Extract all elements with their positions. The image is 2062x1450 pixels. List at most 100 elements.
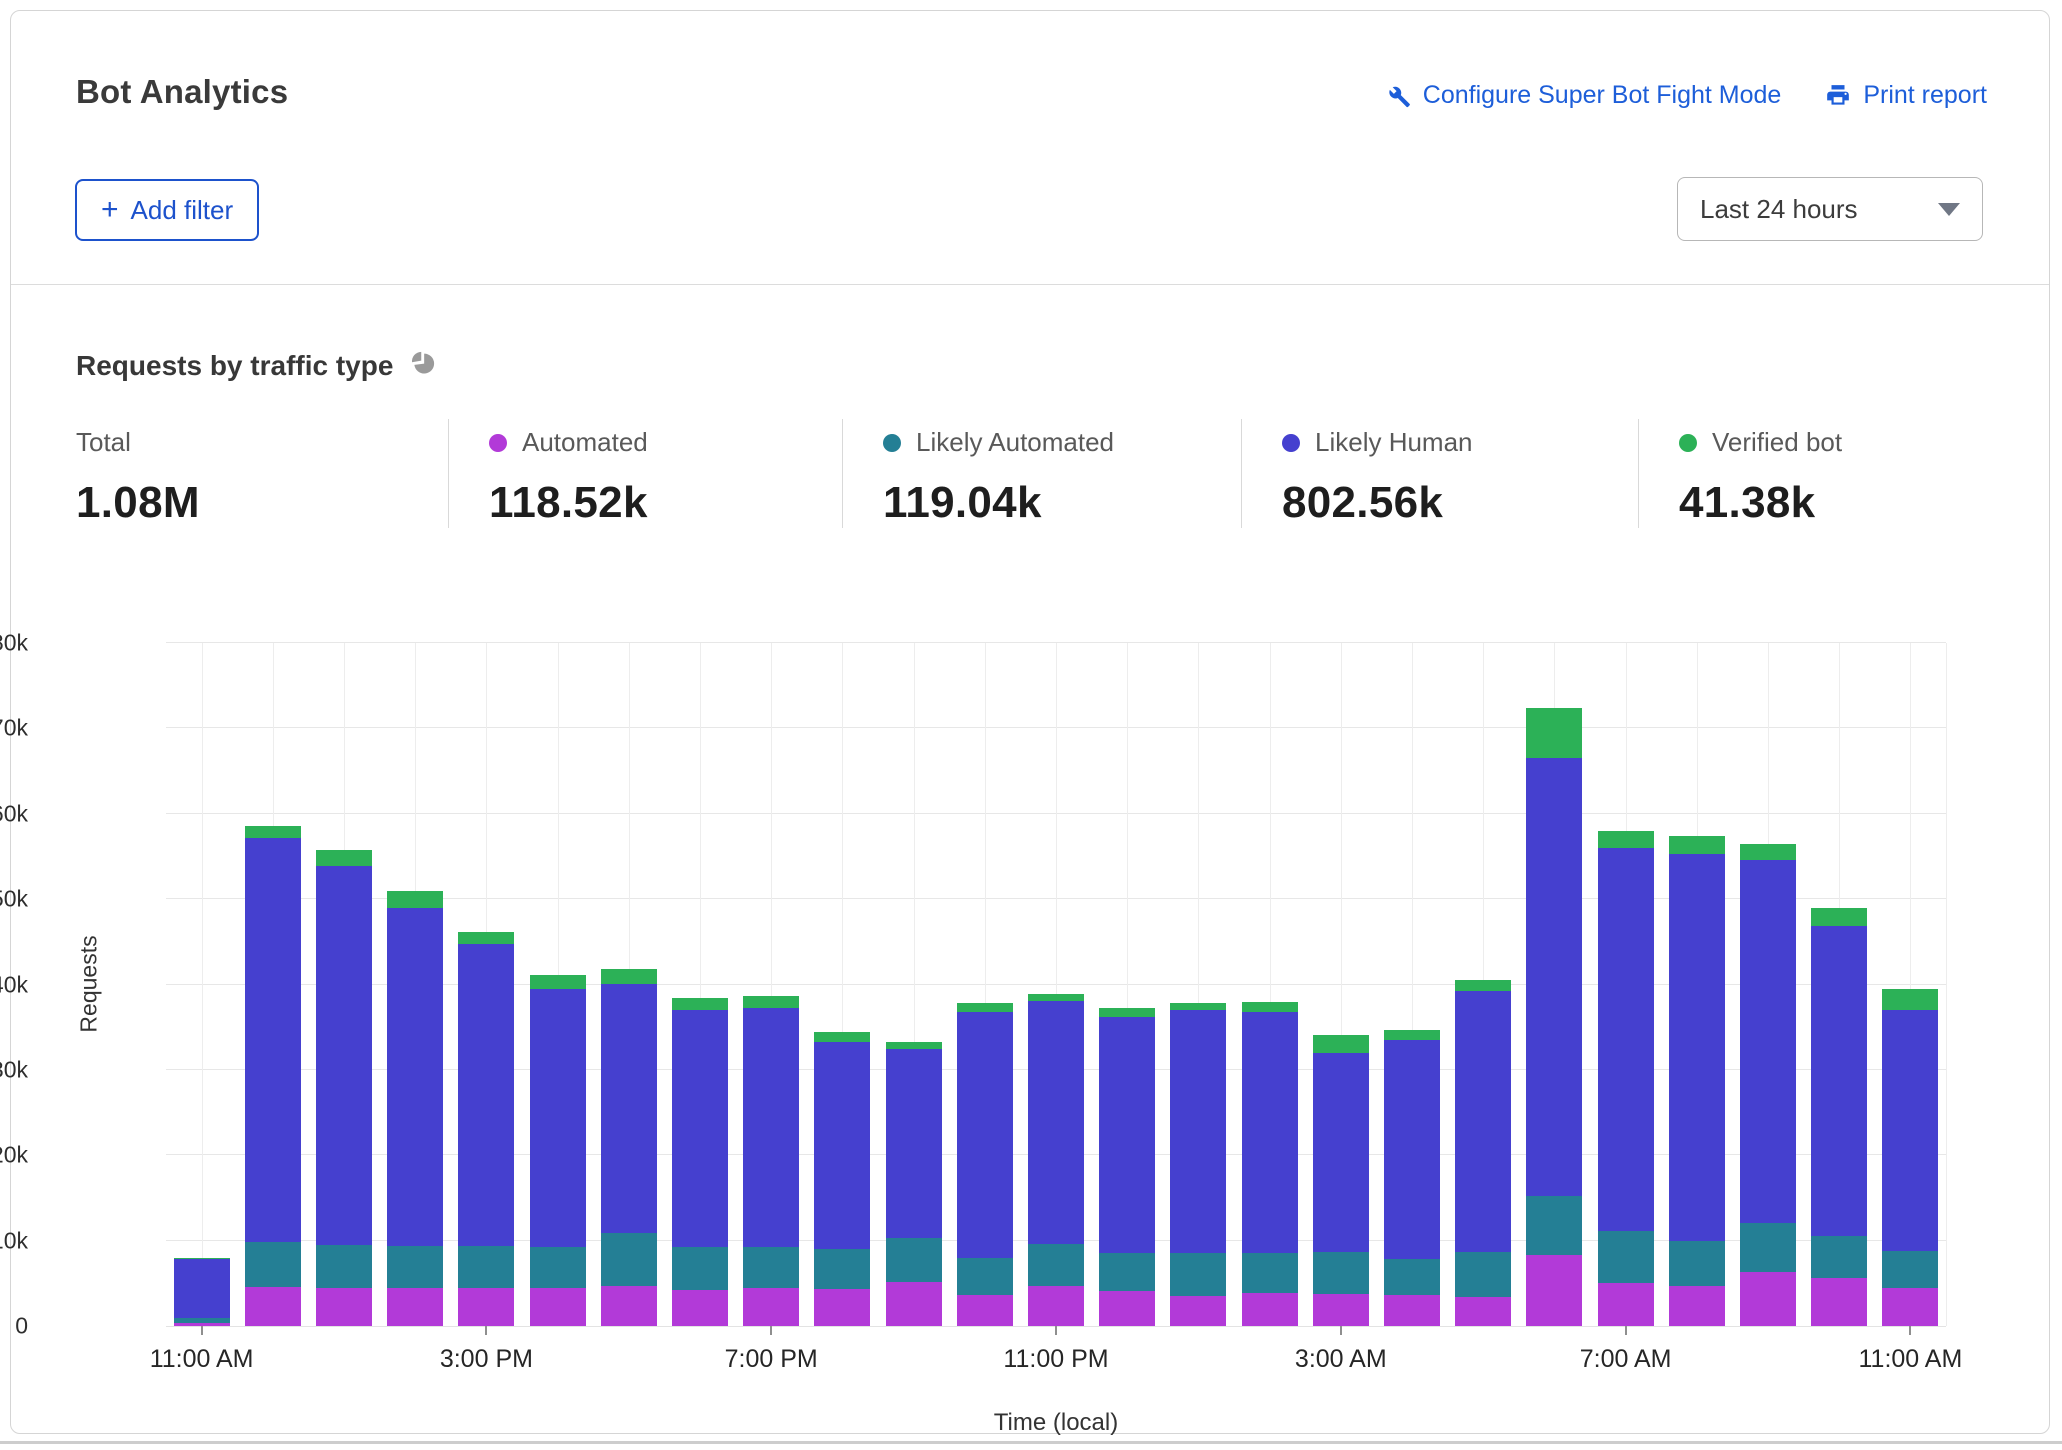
bar-3:00 AM[interactable] <box>1313 1035 1369 1326</box>
bar-segment-likely-human[interactable] <box>957 1012 1013 1258</box>
bar-segment-automated[interactable] <box>316 1288 372 1326</box>
bar-segment-likely-human[interactable] <box>174 1259 230 1318</box>
bar-11:00 AM[interactable] <box>1882 989 1938 1326</box>
bar-segment-likely-human[interactable] <box>1669 854 1725 1242</box>
bar-segment-automated[interactable] <box>458 1288 514 1326</box>
bar-segment-likely-human[interactable] <box>1811 926 1867 1237</box>
bar-segment-likely-automated[interactable] <box>601 1233 657 1286</box>
bar-segment-likely-human[interactable] <box>672 1010 728 1246</box>
bar-segment-likely-automated[interactable] <box>672 1247 728 1291</box>
bar-segment-automated[interactable] <box>672 1290 728 1326</box>
bar-segment-verified-bot[interactable] <box>672 998 728 1010</box>
bar-segment-verified-bot[interactable] <box>387 891 443 907</box>
bar-segment-automated[interactable] <box>1526 1255 1582 1326</box>
bar-segment-verified-bot[interactable] <box>814 1032 870 1041</box>
bar-segment-likely-automated[interactable] <box>1811 1236 1867 1278</box>
configure-super-bot-fight-mode-link[interactable]: Configure Super Bot Fight Mode <box>1385 81 1782 110</box>
bar-segment-likely-automated[interactable] <box>1384 1259 1440 1295</box>
bar-segment-likely-automated[interactable] <box>1455 1252 1511 1297</box>
bar-segment-verified-bot[interactable] <box>1526 708 1582 758</box>
bar-segment-likely-automated[interactable] <box>458 1246 514 1289</box>
bar-segment-likely-automated[interactable] <box>743 1247 799 1287</box>
bar-segment-automated[interactable] <box>1313 1294 1369 1326</box>
bar-segment-likely-human[interactable] <box>316 866 372 1245</box>
bar-1:00 PM[interactable] <box>316 850 372 1326</box>
bar-segment-likely-human[interactable] <box>1526 758 1582 1196</box>
bar-segment-automated[interactable] <box>387 1288 443 1326</box>
bar-segment-likely-human[interactable] <box>886 1049 942 1239</box>
bar-segment-likely-human[interactable] <box>1028 1001 1084 1244</box>
bar-segment-likely-human[interactable] <box>814 1042 870 1249</box>
bar-9:00 AM[interactable] <box>1740 844 1796 1326</box>
bar-11:00 AM[interactable] <box>174 1258 230 1326</box>
bar-segment-verified-bot[interactable] <box>1028 994 1084 1001</box>
bar-segment-likely-human[interactable] <box>245 838 301 1242</box>
bar-segment-likely-automated[interactable] <box>957 1258 1013 1296</box>
bar-segment-automated[interactable] <box>1740 1272 1796 1326</box>
bar-segment-automated[interactable] <box>1669 1286 1725 1326</box>
bar-segment-likely-automated[interactable] <box>814 1249 870 1289</box>
bar-4:00 PM[interactable] <box>530 975 586 1326</box>
bar-segment-likely-automated[interactable] <box>530 1247 586 1288</box>
bar-segment-likely-human[interactable] <box>530 989 586 1248</box>
bar-segment-automated[interactable] <box>1598 1283 1654 1326</box>
bar-segment-verified-bot[interactable] <box>1384 1030 1440 1040</box>
bar-segment-likely-automated[interactable] <box>1242 1253 1298 1292</box>
bar-segment-verified-bot[interactable] <box>530 975 586 989</box>
bar-segment-verified-bot[interactable] <box>601 969 657 984</box>
bar-segment-likely-human[interactable] <box>1740 860 1796 1223</box>
bar-segment-automated[interactable] <box>957 1295 1013 1326</box>
bar-segment-likely-human[interactable] <box>1882 1010 1938 1251</box>
bar-7:00 PM[interactable] <box>743 996 799 1326</box>
bar-segment-likely-human[interactable] <box>1455 991 1511 1251</box>
bar-9:00 PM[interactable] <box>886 1042 942 1326</box>
bar-segment-automated[interactable] <box>1811 1278 1867 1326</box>
bar-segment-automated[interactable] <box>1882 1288 1938 1326</box>
bar-segment-automated[interactable] <box>1099 1291 1155 1326</box>
bar-segment-likely-human[interactable] <box>601 984 657 1233</box>
bar-segment-verified-bot[interactable] <box>1882 989 1938 1010</box>
bar-segment-likely-human[interactable] <box>1170 1010 1226 1253</box>
bar-segment-verified-bot[interactable] <box>245 826 301 838</box>
bar-segment-verified-bot[interactable] <box>1242 1002 1298 1012</box>
print-report-link[interactable]: Print report <box>1825 81 1987 110</box>
bar-segment-automated[interactable] <box>886 1282 942 1326</box>
bar-segment-likely-automated[interactable] <box>886 1238 942 1282</box>
bar-12:00 AM[interactable] <box>1099 1008 1155 1326</box>
bar-segment-likely-automated[interactable] <box>1882 1251 1938 1288</box>
bar-6:00 AM[interactable] <box>1526 708 1582 1326</box>
bar-11:00 PM[interactable] <box>1028 994 1084 1326</box>
bar-1:00 AM[interactable] <box>1170 1003 1226 1326</box>
bar-segment-likely-human[interactable] <box>387 908 443 1246</box>
bar-segment-likely-automated[interactable] <box>1669 1241 1725 1285</box>
bar-segment-likely-automated[interactable] <box>1099 1253 1155 1291</box>
bar-segment-automated[interactable] <box>1028 1286 1084 1326</box>
bar-segment-likely-automated[interactable] <box>1313 1252 1369 1294</box>
bar-4:00 AM[interactable] <box>1384 1030 1440 1326</box>
bar-2:00 AM[interactable] <box>1242 1002 1298 1326</box>
bar-segment-verified-bot[interactable] <box>1170 1003 1226 1010</box>
bar-2:00 PM[interactable] <box>387 891 443 1326</box>
bar-segment-likely-human[interactable] <box>1313 1053 1369 1252</box>
bar-segment-likely-automated[interactable] <box>1170 1253 1226 1296</box>
bar-segment-likely-automated[interactable] <box>1028 1244 1084 1286</box>
bar-segment-likely-automated[interactable] <box>387 1246 443 1288</box>
bar-segment-verified-bot[interactable] <box>1099 1008 1155 1017</box>
bar-segment-likely-automated[interactable] <box>245 1242 301 1287</box>
bar-segment-verified-bot[interactable] <box>1598 831 1654 848</box>
bar-segment-automated[interactable] <box>814 1289 870 1326</box>
bar-segment-likely-automated[interactable] <box>1740 1223 1796 1273</box>
bar-8:00 PM[interactable] <box>814 1032 870 1326</box>
bar-3:00 PM[interactable] <box>458 932 514 1326</box>
bar-segment-likely-automated[interactable] <box>1598 1231 1654 1283</box>
time-range-select[interactable]: Last 24 hours <box>1677 177 1983 241</box>
bar-5:00 AM[interactable] <box>1455 980 1511 1326</box>
bar-12:00 PM[interactable] <box>245 826 301 1326</box>
bar-segment-likely-human[interactable] <box>1099 1017 1155 1253</box>
bar-segment-automated[interactable] <box>530 1288 586 1326</box>
bar-10:00 PM[interactable] <box>957 1003 1013 1326</box>
bar-6:00 PM[interactable] <box>672 998 728 1326</box>
bar-5:00 PM[interactable] <box>601 969 657 1326</box>
bar-segment-verified-bot[interactable] <box>1740 844 1796 860</box>
bar-segment-verified-bot[interactable] <box>1313 1035 1369 1053</box>
